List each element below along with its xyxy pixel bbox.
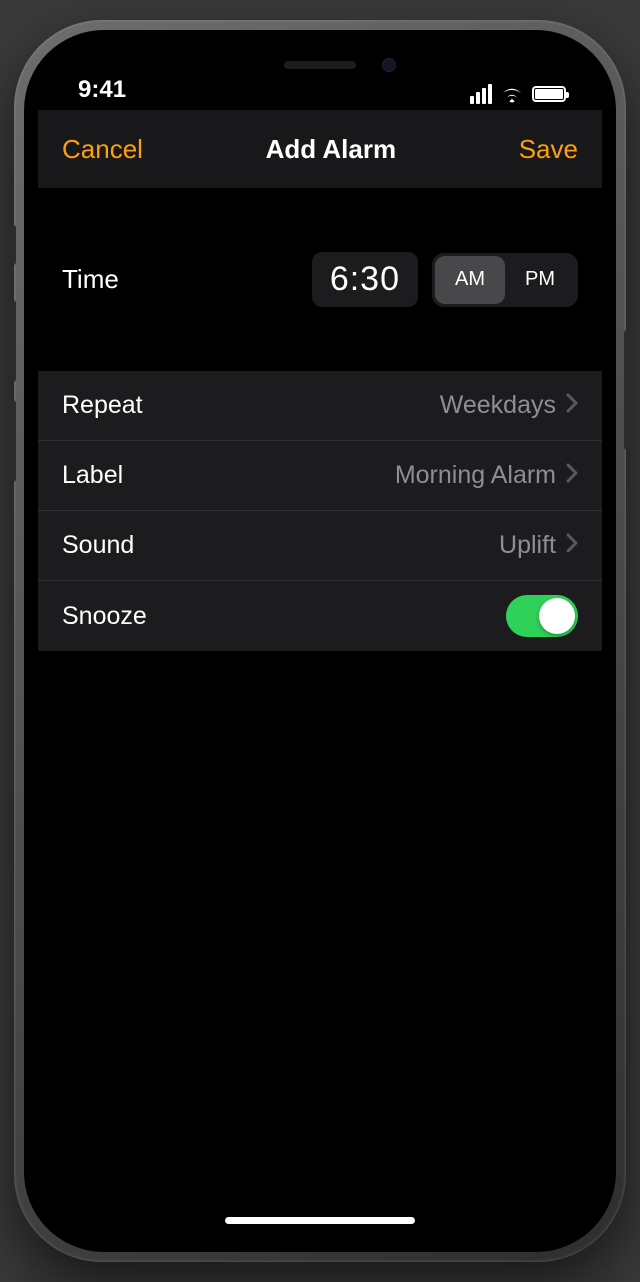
repeat-label: Repeat — [62, 391, 143, 420]
nav-title: Add Alarm — [266, 134, 397, 165]
front-camera — [382, 58, 396, 72]
repeat-value: Weekdays — [440, 391, 556, 420]
snooze-row: Snooze — [38, 581, 602, 651]
label-value: Morning Alarm — [395, 461, 556, 490]
nav-bar: Cancel Add Alarm Save — [38, 110, 602, 188]
snooze-toggle[interactable] — [506, 595, 578, 637]
time-value-field[interactable]: 6:30 — [312, 252, 418, 307]
volume-down-button — [10, 400, 16, 482]
time-section: Time 6:30 AM PM — [38, 188, 602, 371]
save-button[interactable]: Save — [519, 134, 578, 165]
status-time: 9:41 — [78, 76, 126, 104]
am-option[interactable]: AM — [435, 256, 505, 304]
label-label: Label — [62, 461, 123, 490]
sound-label: Sound — [62, 531, 134, 560]
wifi-icon — [500, 85, 524, 103]
ampm-segmented-control[interactable]: AM PM — [432, 253, 578, 307]
screen: 9:41 Cancel Add Alarm Save Time — [38, 44, 602, 1238]
volume-up-button — [10, 300, 16, 382]
speaker-grille — [284, 61, 356, 69]
battery-icon — [532, 86, 566, 102]
sound-value: Uplift — [499, 531, 556, 560]
mute-switch — [10, 225, 16, 265]
chevron-right-icon — [566, 531, 578, 560]
notch — [190, 44, 450, 86]
home-indicator[interactable] — [225, 1217, 415, 1224]
snooze-label: Snooze — [62, 602, 147, 631]
time-label: Time — [62, 264, 119, 295]
pm-option[interactable]: PM — [505, 256, 575, 304]
phone-frame: 9:41 Cancel Add Alarm Save Time — [14, 20, 626, 1262]
settings-list: Repeat Weekdays Label Morning Alarm — [38, 371, 602, 651]
chevron-right-icon — [566, 391, 578, 420]
cellular-signal-icon — [470, 84, 492, 104]
sound-row[interactable]: Sound Uplift — [38, 511, 602, 581]
power-button — [624, 330, 630, 450]
cancel-button[interactable]: Cancel — [62, 134, 143, 165]
label-row[interactable]: Label Morning Alarm — [38, 441, 602, 511]
repeat-row[interactable]: Repeat Weekdays — [38, 371, 602, 441]
chevron-right-icon — [566, 461, 578, 490]
